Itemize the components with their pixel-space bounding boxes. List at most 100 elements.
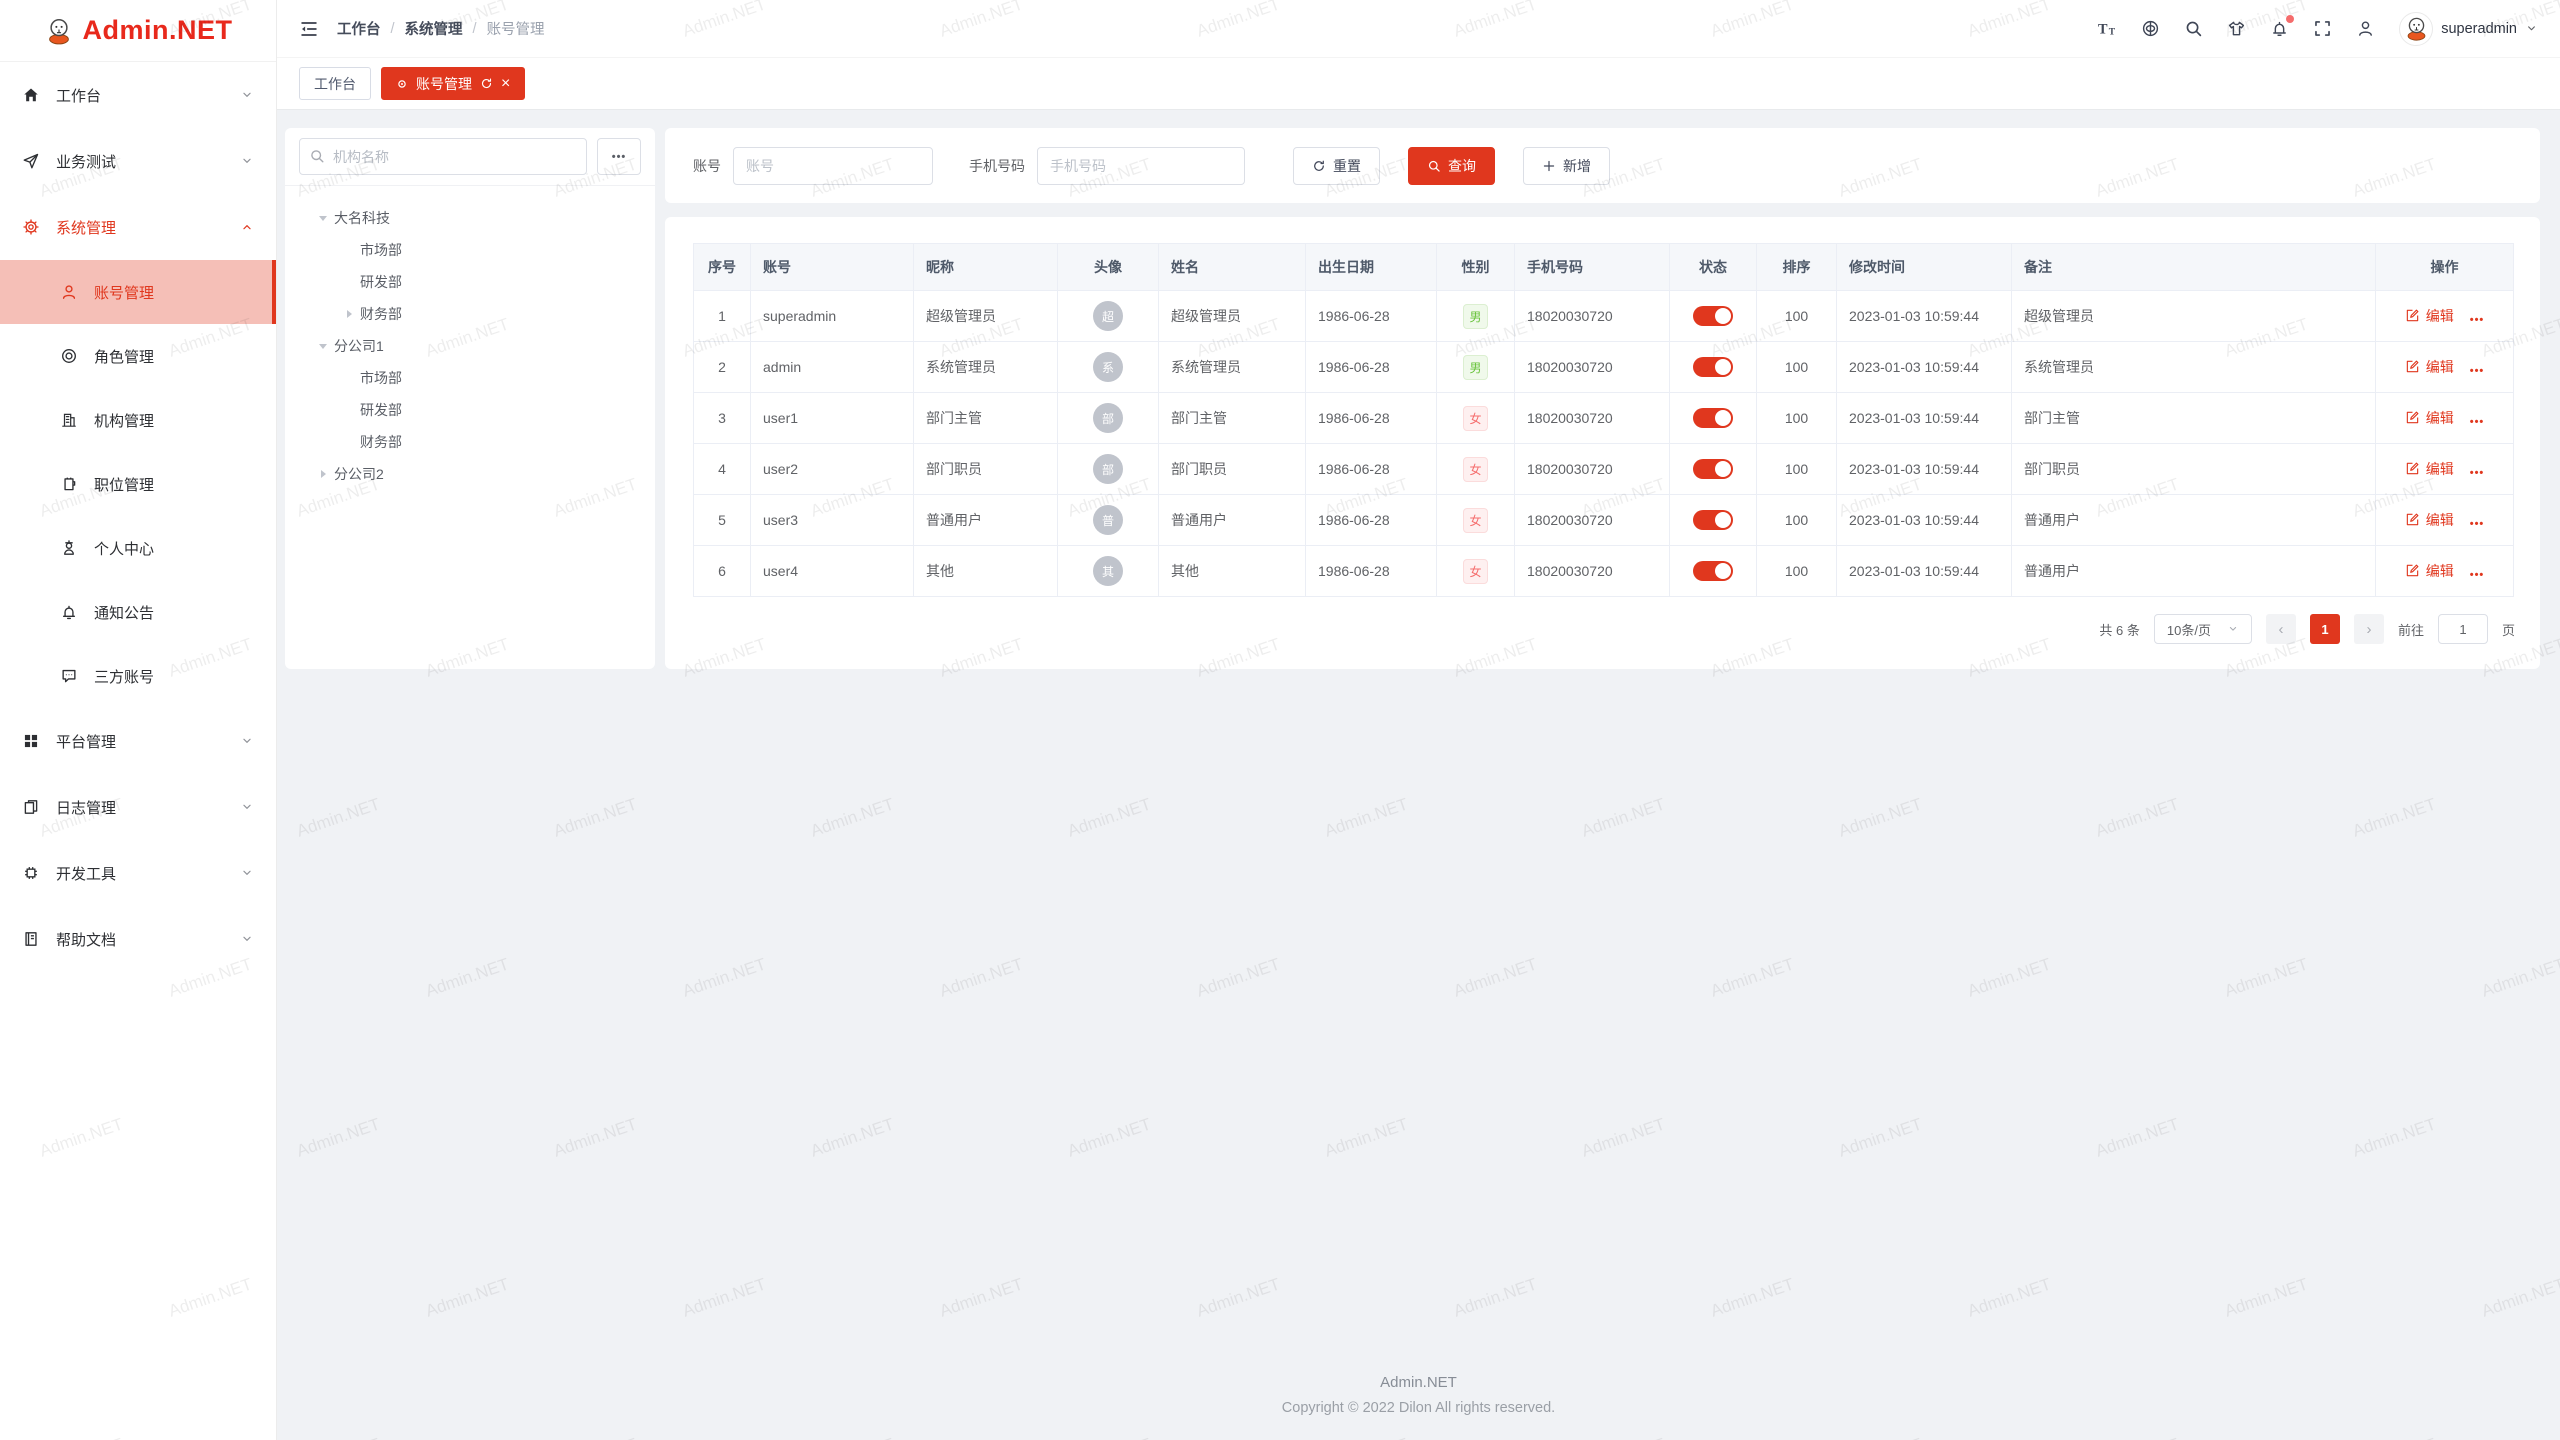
user-menu[interactable]: superadmin: [2399, 12, 2538, 46]
caret-down-icon: [315, 339, 331, 353]
org-more-button[interactable]: •••: [597, 138, 641, 175]
tree-node-label: 研发部: [360, 400, 402, 420]
font-size-icon[interactable]: TT: [2098, 19, 2117, 38]
brand-logo[interactable]: Admin.NET: [0, 0, 276, 62]
sidebar-item-6[interactable]: 开发工具: [0, 840, 276, 906]
status-toggle[interactable]: [1693, 459, 1733, 479]
collapse-menu-icon[interactable]: [299, 19, 319, 39]
status-toggle[interactable]: [1693, 510, 1733, 530]
language-icon[interactable]: [2141, 19, 2160, 38]
table-row: 3user1部门主管部部门主管1986-06-28女18020030720100…: [694, 393, 2514, 444]
sidebar-subitem-1[interactable]: 账号管理: [0, 260, 276, 324]
svg-text:T: T: [2109, 27, 2116, 37]
tab-refresh-icon[interactable]: [480, 77, 493, 90]
tree-node[interactable]: 研发部: [293, 266, 647, 298]
user-avatar-badge: 普: [1093, 505, 1123, 535]
status-toggle[interactable]: [1693, 357, 1733, 377]
sidebar-subitem-5[interactable]: 个人中心: [0, 516, 276, 580]
docs-icon: [22, 930, 40, 948]
cell-seq: 5: [694, 495, 751, 546]
lock-user-icon[interactable]: [2356, 19, 2375, 38]
search-button[interactable]: 查询: [1408, 147, 1495, 185]
edit-icon: [2405, 563, 2420, 578]
tree-node-label: 分公司1: [334, 336, 384, 356]
row-more-button[interactable]: •••: [2470, 314, 2485, 326]
row-more-button[interactable]: •••: [2470, 518, 2485, 530]
account-input[interactable]: [733, 147, 933, 185]
edit-icon: [2405, 461, 2420, 476]
cell-seq: 2: [694, 342, 751, 393]
sidebar-item-3[interactable]: 系统管理: [0, 194, 276, 260]
breadcrumb-item[interactable]: 工作台: [337, 18, 381, 39]
notification-bell-icon[interactable]: [2270, 19, 2289, 38]
prev-page-button[interactable]: ‹: [2266, 614, 2296, 644]
sidebar-item-5[interactable]: 日志管理: [0, 774, 276, 840]
chevron-down-icon: [2525, 22, 2538, 35]
page-size-select[interactable]: 10条/页: [2154, 614, 2252, 644]
status-toggle[interactable]: [1693, 561, 1733, 581]
status-toggle[interactable]: [1693, 306, 1733, 326]
add-button[interactable]: 新增: [1523, 147, 1610, 185]
avatar-mascot-icon: [2403, 15, 2430, 42]
cell-actions: 编辑 •••: [2376, 444, 2514, 495]
row-more-button[interactable]: •••: [2470, 467, 2485, 479]
sidebar-item-2[interactable]: 业务测试: [0, 128, 276, 194]
breadcrumb-item[interactable]: 系统管理: [405, 18, 463, 39]
fullscreen-icon[interactable]: [2313, 19, 2332, 38]
cell-phone: 18020030720: [1515, 342, 1670, 393]
reset-button[interactable]: 重置: [1293, 147, 1380, 185]
home-icon: [22, 86, 40, 104]
tree-node[interactable]: 市场部: [293, 234, 647, 266]
next-page-button[interactable]: ›: [2354, 614, 2384, 644]
sidebar-subitem-7[interactable]: 三方账号: [0, 644, 276, 708]
sidebar-subitem-6[interactable]: 通知公告: [0, 580, 276, 644]
edit-button[interactable]: 编辑: [2405, 306, 2454, 326]
tree-node[interactable]: 市场部: [293, 362, 647, 394]
phone-input[interactable]: [1037, 147, 1245, 185]
sidebar-subitem-2[interactable]: 角色管理: [0, 324, 276, 388]
user-avatar-badge: 部: [1093, 454, 1123, 484]
status-toggle[interactable]: [1693, 408, 1733, 428]
column-header-3: 昵称: [914, 244, 1058, 291]
tree-node[interactable]: 分公司1: [293, 330, 647, 362]
edit-button[interactable]: 编辑: [2405, 357, 2454, 377]
edit-button[interactable]: 编辑: [2405, 510, 2454, 530]
reset-label: 重置: [1333, 156, 1361, 176]
tab-close-icon[interactable]: ×: [501, 76, 510, 92]
cell-sort: 100: [1757, 393, 1837, 444]
edit-button[interactable]: 编辑: [2405, 459, 2454, 479]
sidebar-item-7[interactable]: 帮助文档: [0, 906, 276, 972]
tree-node[interactable]: 研发部: [293, 394, 647, 426]
sidebar-item-4[interactable]: 平台管理: [0, 708, 276, 774]
tree-node[interactable]: 分公司2: [293, 458, 647, 490]
tree-node[interactable]: 财务部: [293, 298, 647, 330]
tree-node[interactable]: 大名科技: [293, 202, 647, 234]
search-icon[interactable]: [2184, 19, 2203, 38]
sidebar-subitem-3[interactable]: 机构管理: [0, 388, 276, 452]
row-more-button[interactable]: •••: [2470, 416, 2485, 428]
edit-button[interactable]: 编辑: [2405, 561, 2454, 581]
tree-node[interactable]: 财务部: [293, 426, 647, 458]
send-icon: [22, 152, 40, 170]
user-avatar-badge: 部: [1093, 403, 1123, 433]
org-search-input[interactable]: [299, 138, 587, 175]
cell-account: user1: [751, 393, 914, 444]
sidebar-item-1[interactable]: 工作台: [0, 62, 276, 128]
chevron-down-icon: [240, 154, 254, 168]
org-tree-panel: ••• 大名科技市场部研发部财务部分公司1市场部研发部财务部分公司2: [285, 128, 655, 669]
caret-right-icon: [315, 470, 331, 478]
cell-modified: 2023-01-03 10:59:44: [1837, 342, 2012, 393]
cell-nickname: 部门主管: [914, 393, 1058, 444]
row-more-button[interactable]: •••: [2470, 569, 2485, 581]
theme-icon[interactable]: [2227, 19, 2246, 38]
cell-birth: 1986-06-28: [1306, 291, 1437, 342]
tab-2[interactable]: 账号管理×: [381, 67, 525, 100]
role-icon: [60, 347, 78, 365]
cell-sort: 100: [1757, 546, 1837, 597]
page-1-button[interactable]: 1: [2310, 614, 2340, 644]
edit-button[interactable]: 编辑: [2405, 408, 2454, 428]
sidebar-subitem-4[interactable]: 职位管理: [0, 452, 276, 516]
row-more-button[interactable]: •••: [2470, 365, 2485, 377]
goto-page-input[interactable]: [2438, 614, 2488, 644]
tab-1[interactable]: 工作台: [299, 67, 371, 100]
